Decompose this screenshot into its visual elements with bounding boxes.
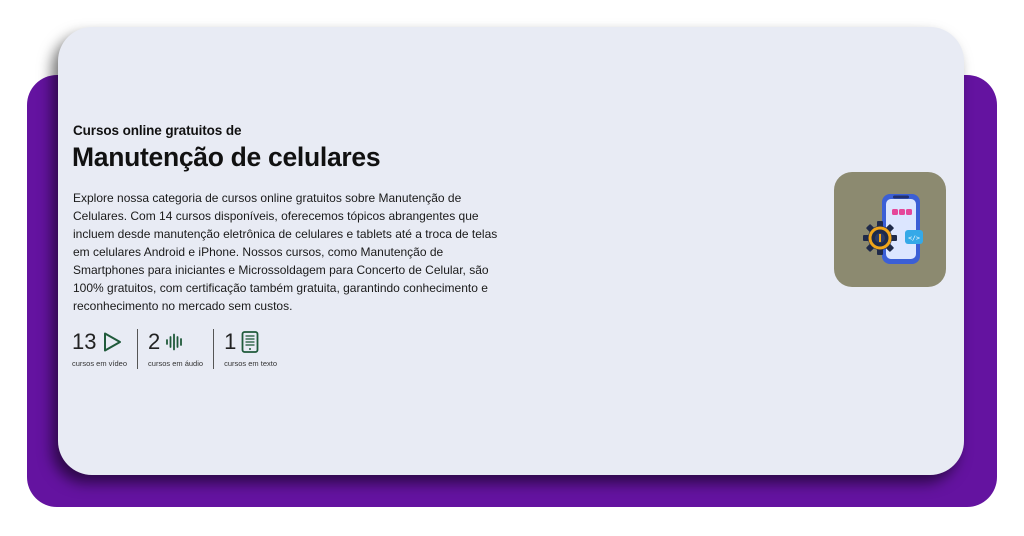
page: Cursos online gratuitos de Manutenção de…: [0, 0, 1024, 536]
svg-text:</>: </>: [908, 234, 920, 242]
category-eyebrow: Cursos online gratuitos de: [73, 123, 242, 138]
audio-waveform-icon: [165, 333, 185, 351]
play-icon: [101, 331, 123, 353]
stat-text-count: 1: [224, 329, 237, 354]
stat-video-label: cursos em vídeo: [72, 359, 128, 368]
category-description: Explore nossa categoria de cursos online…: [73, 191, 498, 313]
stat-video[interactable]: 13 cursos em vídeo: [72, 329, 137, 368]
category-title: Manutenção de celulares: [72, 142, 381, 172]
stat-video-count: 13: [72, 329, 97, 354]
stat-audio[interactable]: 2 cursos em áudio: [137, 329, 213, 369]
category-hero-card: Cursos online gratuitos de Manutenção de…: [58, 27, 964, 475]
stat-text-label: cursos em texto: [224, 359, 277, 368]
category-illustration: </>: [834, 172, 946, 287]
course-stats: 13 cursos em vídeo 2 cursos em áudio 1 c…: [72, 329, 287, 369]
stat-text[interactable]: 1 cursos em texto: [213, 329, 287, 369]
stat-audio-count: 2: [148, 329, 161, 354]
smartphone-repair-gear-icon: </>: [834, 194, 946, 291]
stat-audio-label: cursos em áudio: [148, 359, 204, 368]
ebook-icon: [241, 331, 259, 353]
